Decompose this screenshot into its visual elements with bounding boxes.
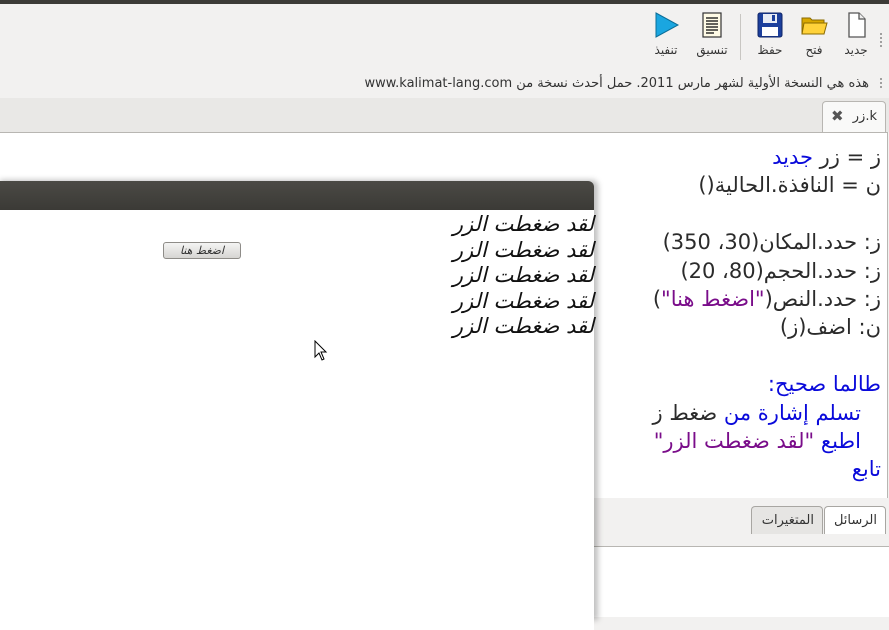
open-button[interactable]: فتح	[792, 10, 836, 57]
code-line[interactable]: ز: حدد.المكان(30، 350)	[653, 228, 881, 256]
editor-tab-strip: زر.k ✖	[0, 98, 889, 133]
code-keyword: اطبع	[814, 428, 861, 453]
code-token: ز: حدد.النص(	[764, 286, 881, 311]
code-token: ن = النافذة.الحالية()	[698, 173, 881, 198]
open-button-label: فتح	[805, 43, 823, 57]
code-keyword: تابع	[851, 457, 881, 482]
code-token: ن: اضف(ز)	[779, 315, 881, 340]
code-line[interactable]: ن = النافذة.الحالية()	[653, 171, 881, 199]
save-button-label: حفظ	[757, 43, 783, 57]
new-button[interactable]: جديد	[834, 10, 878, 57]
output-line: لقد ضغطت الزر	[452, 314, 594, 338]
run-button-label: تنفيذ	[654, 43, 678, 57]
program-window-titlebar[interactable]	[0, 181, 594, 210]
code-string: "لقد ضغطت الزر"	[653, 428, 815, 453]
new-button-label: جديد	[844, 43, 868, 57]
floppy-disk-icon	[757, 12, 783, 38]
code-token: ز = زر	[812, 145, 881, 169]
tab-file[interactable]: زر.k ✖	[822, 101, 886, 133]
code-line[interactable]: تابع	[653, 455, 881, 483]
code-keyword: تسلم إشارة من	[717, 400, 861, 425]
document-format-icon	[702, 12, 722, 38]
output-line: لقد ضغطت الزر	[452, 263, 594, 287]
folder-open-icon	[801, 17, 828, 35]
program-window: اضغط هنا لقد ضغطت الزر لقد ضغطت الزر لقد ض…	[0, 181, 594, 630]
format-button[interactable]: تنسيق	[690, 10, 734, 57]
code-line[interactable]	[653, 342, 882, 370]
output-line: لقد ضغطت الزر	[452, 212, 594, 236]
toolbar-separator	[740, 14, 741, 60]
mouse-pointer-icon	[314, 340, 328, 361]
run-button[interactable]: تنفيذ	[644, 10, 688, 57]
info-bar: هذه هي النسخة الأولية لشهر مارس 2011. حم…	[0, 68, 889, 98]
code-token: )	[652, 286, 662, 311]
code-keyword: جديد	[772, 145, 813, 169]
code-line[interactable]: ز: حدد.الحجم(80، 20)	[653, 257, 881, 285]
code-line[interactable]: طالما صحيح:	[653, 370, 881, 398]
tab-variables-label: المتغيرات	[761, 513, 814, 528]
version-notice: هذه هي النسخة الأولية لشهر مارس 2011. حم…	[364, 76, 869, 91]
infobar-grip[interactable]	[879, 77, 883, 89]
program-window-canvas[interactable]: اضغط هنا لقد ضغطت الزر لقد ضغطت الزر لقد ض…	[0, 210, 594, 630]
code-keyword: طالما صحيح:	[767, 372, 881, 397]
code-text[interactable]: ز = زر جديد ن = النافذة.الحالية() ز: حدد.…	[653, 143, 882, 484]
code-token: ز: حدد.المكان(30، 350)	[662, 230, 881, 255]
messages-area[interactable]	[592, 546, 889, 617]
save-button[interactable]: حفظ	[748, 10, 792, 57]
code-line[interactable]	[653, 200, 882, 228]
tab-messages[interactable]: الرسائل	[824, 506, 886, 534]
code-line[interactable]: تسلم إشارة من ضغط ز	[653, 399, 882, 427]
code-line[interactable]: ز: حدد.النص("اضغط هنا")	[652, 285, 881, 313]
tab-file-label: زر.k	[852, 109, 877, 124]
format-button-label: تنسيق	[696, 43, 728, 57]
tab-variables[interactable]: المتغيرات	[751, 506, 823, 534]
code-token: ضغط ز	[652, 400, 718, 425]
new-file-icon	[848, 12, 866, 38]
code-token: ز: حدد.الحجم(80، 20)	[680, 258, 881, 283]
output-line: لقد ضغطت الزر	[452, 237, 594, 262]
code-line[interactable]: اطبع "لقد ضغطت الزر"	[653, 427, 882, 455]
toolbar: جديد فتح حفظ تنسيق تنفيذ	[0, 4, 889, 68]
code-line[interactable]: ز = زر جديد	[653, 143, 881, 171]
output-line: لقد ضغطت الزر	[452, 288, 594, 313]
close-icon[interactable]: ✖	[831, 108, 844, 124]
output-text: لقد ضغطت الزر لقد ضغطت الزر لقد ضغطت الزر ل…	[453, 212, 594, 340]
press-here-button[interactable]: اضغط هنا	[163, 242, 241, 259]
toolbar-grip[interactable]	[879, 32, 883, 48]
play-icon	[655, 12, 680, 38]
tab-messages-label: الرسائل	[833, 513, 877, 528]
code-string: "اضغط هنا"	[661, 286, 765, 311]
code-line[interactable]: ن: اضف(ز)	[653, 313, 881, 341]
